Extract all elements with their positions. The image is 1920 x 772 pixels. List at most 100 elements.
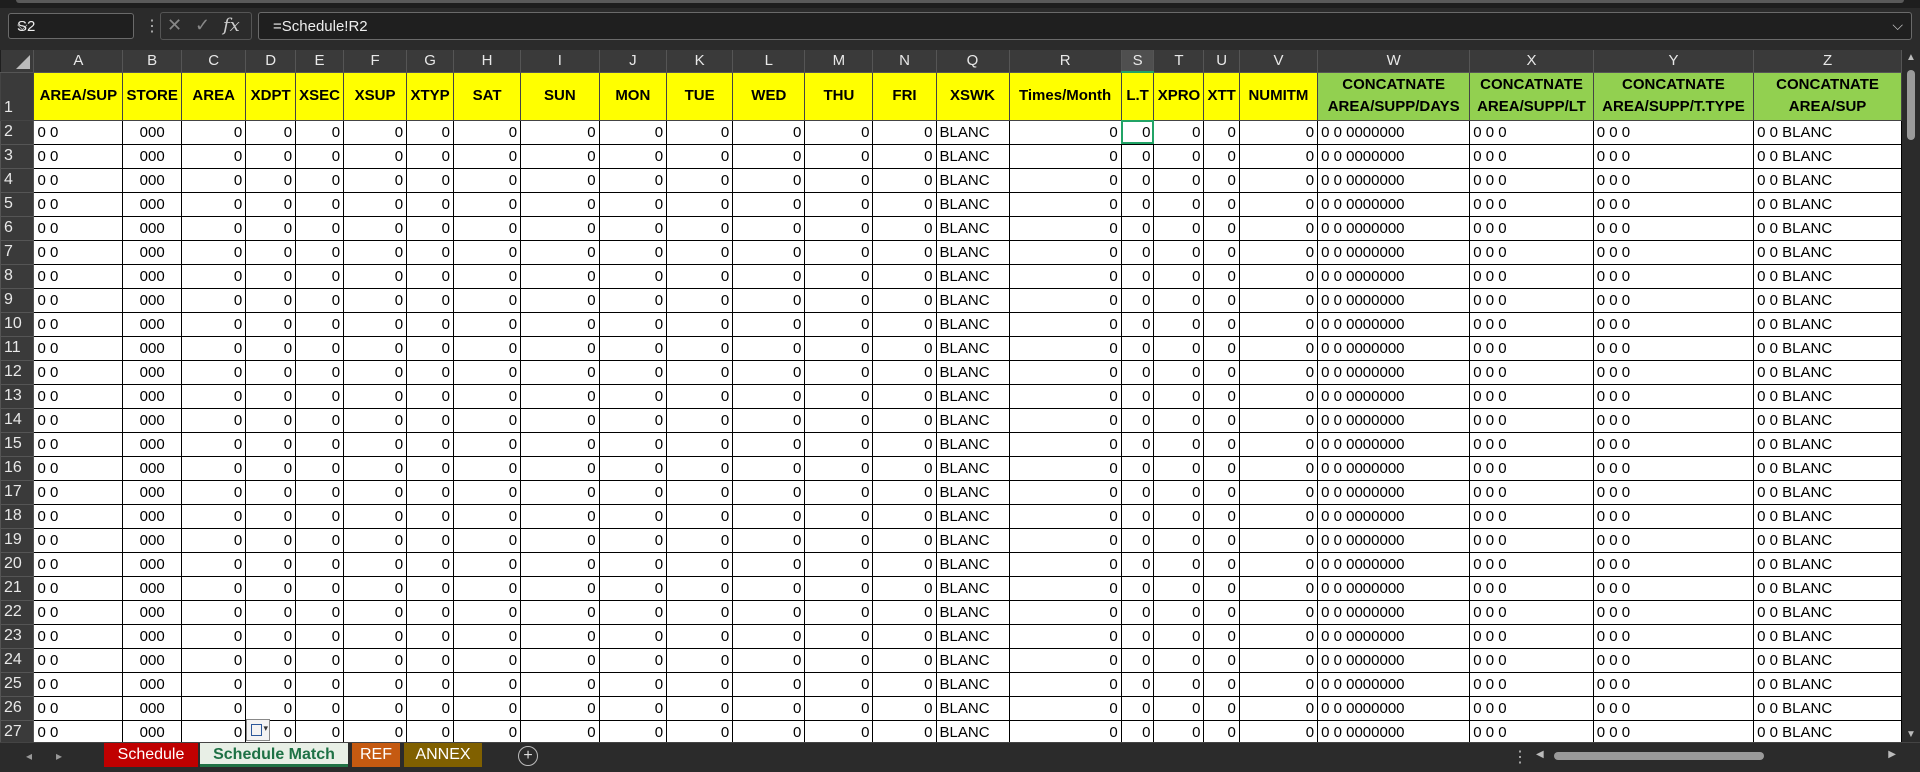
header-cell[interactable]: AREA [181,71,247,121]
cell[interactable]: 0 [406,287,455,313]
cell[interactable]: 0 [453,551,522,577]
name-box[interactable]: S2 ⌵ [8,13,134,39]
cell[interactable]: 0 [732,719,806,742]
cell[interactable]: 0 0 [33,671,124,697]
column-header-r[interactable]: R [1009,50,1122,73]
cell[interactable]: 0 [732,527,806,553]
cell[interactable]: 000 [122,503,183,529]
cell[interactable]: 0 [406,119,455,145]
cell[interactable]: 0 [181,599,247,625]
cell[interactable]: 000 [122,167,183,193]
cell[interactable]: 0 [1238,191,1319,217]
cell[interactable]: 0 [181,623,247,649]
cell[interactable]: 0 [1153,143,1205,169]
cell[interactable]: 0 [343,503,408,529]
cell[interactable]: 0 0 0 [1469,479,1594,505]
cell[interactable]: 0 0 [33,311,124,337]
cell[interactable]: 0 [1153,503,1205,529]
cell[interactable]: 0 [343,455,408,481]
cell[interactable]: 0 [295,455,345,481]
column-header-e[interactable]: E [295,50,345,73]
cell[interactable]: 0 [1120,191,1155,217]
cell[interactable]: 0 [1203,215,1240,241]
cell[interactable]: 0 0 0 [1469,119,1594,145]
scroll-up-icon[interactable]: ▲ [1906,52,1916,63]
cell[interactable]: 0 [1153,383,1205,409]
cell[interactable]: 0 [1238,143,1319,169]
column-header-i[interactable]: I [520,50,600,73]
more-vertical-icon[interactable]: ⋮ [144,16,160,36]
more-vertical-icon[interactable]: ⋮ [1512,747,1528,767]
cell[interactable]: 0 0 0 [1469,167,1594,193]
cell[interactable]: 0 [453,671,522,697]
cell[interactable]: 0 0 0 [1592,671,1755,697]
cell[interactable]: 0 [732,143,806,169]
cell[interactable]: 0 0 BLANC [1753,479,1902,505]
cell[interactable]: BLANC [935,431,1010,457]
cell[interactable]: 0 0 [33,359,124,385]
cell[interactable]: 0 [872,431,937,457]
cell[interactable]: 0 [804,599,874,625]
tab-schedule-match[interactable]: Schedule Match [200,743,348,767]
header-cell[interactable]: CONCATNATE AREA/SUPP/T.TYPE [1592,71,1755,121]
cell[interactable]: 0 [295,119,345,145]
cell[interactable]: 0 0 0 [1469,431,1594,457]
cell[interactable]: 0 [1238,119,1319,145]
cell[interactable]: 0 [872,215,937,241]
cell[interactable]: 0 0 [33,167,124,193]
cancel-icon[interactable]: ✕ [167,15,182,36]
cell[interactable]: 0 [804,623,874,649]
cell[interactable]: 0 0 0 [1469,599,1594,625]
cell[interactable]: 0 [406,527,455,553]
cell[interactable]: 0 [343,215,408,241]
cell[interactable]: 0 0 [33,455,124,481]
tab-scroll-right-icon[interactable]: ▸ [56,749,62,763]
cell[interactable]: 0 0 BLANC [1753,167,1902,193]
tab-annex[interactable]: ANNEX [404,743,482,767]
cell[interactable]: 0 [804,503,874,529]
cell[interactable]: 0 [453,311,522,337]
cell[interactable]: 0 [1238,407,1319,433]
cell[interactable]: 0 0 0 [1469,263,1594,289]
cell[interactable]: 0 [295,359,345,385]
cell[interactable]: 0 [872,167,937,193]
header-cell[interactable]: XSEC [295,71,345,121]
row-header[interactable]: 24 [0,647,35,673]
cell[interactable]: 0 [343,599,408,625]
cell[interactable]: 0 0 [33,479,124,505]
cell[interactable]: BLANC [935,143,1010,169]
cell[interactable]: BLANC [935,359,1010,385]
cell[interactable]: 0 [1008,599,1122,625]
cell[interactable]: 0 0 0 [1469,455,1594,481]
cell[interactable]: 0 0 [33,263,124,289]
cell[interactable]: 0 [1238,479,1319,505]
cell[interactable]: BLANC [935,215,1010,241]
cell[interactable]: 0 [598,335,668,361]
cell[interactable]: 0 0 BLANC [1753,383,1902,409]
cell[interactable]: 0 [181,695,247,721]
horizontal-scrollbar[interactable]: ◀ ▶ [1536,749,1896,763]
cell[interactable]: 0 0 BLANC [1753,431,1902,457]
cell[interactable]: 0 0 0 [1469,143,1594,169]
cell[interactable]: 0 [872,119,937,145]
cell[interactable]: 0 [666,527,734,553]
cell[interactable]: 0 [520,215,600,241]
cell[interactable]: 0 0 [33,431,124,457]
cell[interactable]: 0 0 BLANC [1753,647,1902,673]
header-cell[interactable]: L.T [1120,71,1155,121]
cell[interactable]: 0 0 [33,503,124,529]
cell[interactable]: 0 [1120,575,1155,601]
cell[interactable]: BLANC [935,671,1010,697]
cell[interactable]: 0 [520,119,600,145]
cell[interactable]: 0 [520,311,600,337]
cell[interactable]: 0 [1120,671,1155,697]
cell[interactable]: 0 [295,263,345,289]
cell[interactable]: 0 [245,695,297,721]
column-header-q[interactable]: Q [936,50,1010,73]
cell[interactable]: 0 [804,575,874,601]
cell[interactable]: 0 [1008,119,1122,145]
cell[interactable]: 0 [1153,167,1205,193]
select-all-corner[interactable] [0,50,35,73]
cell[interactable]: 0 [1238,551,1319,577]
cell[interactable]: 0 [245,359,297,385]
